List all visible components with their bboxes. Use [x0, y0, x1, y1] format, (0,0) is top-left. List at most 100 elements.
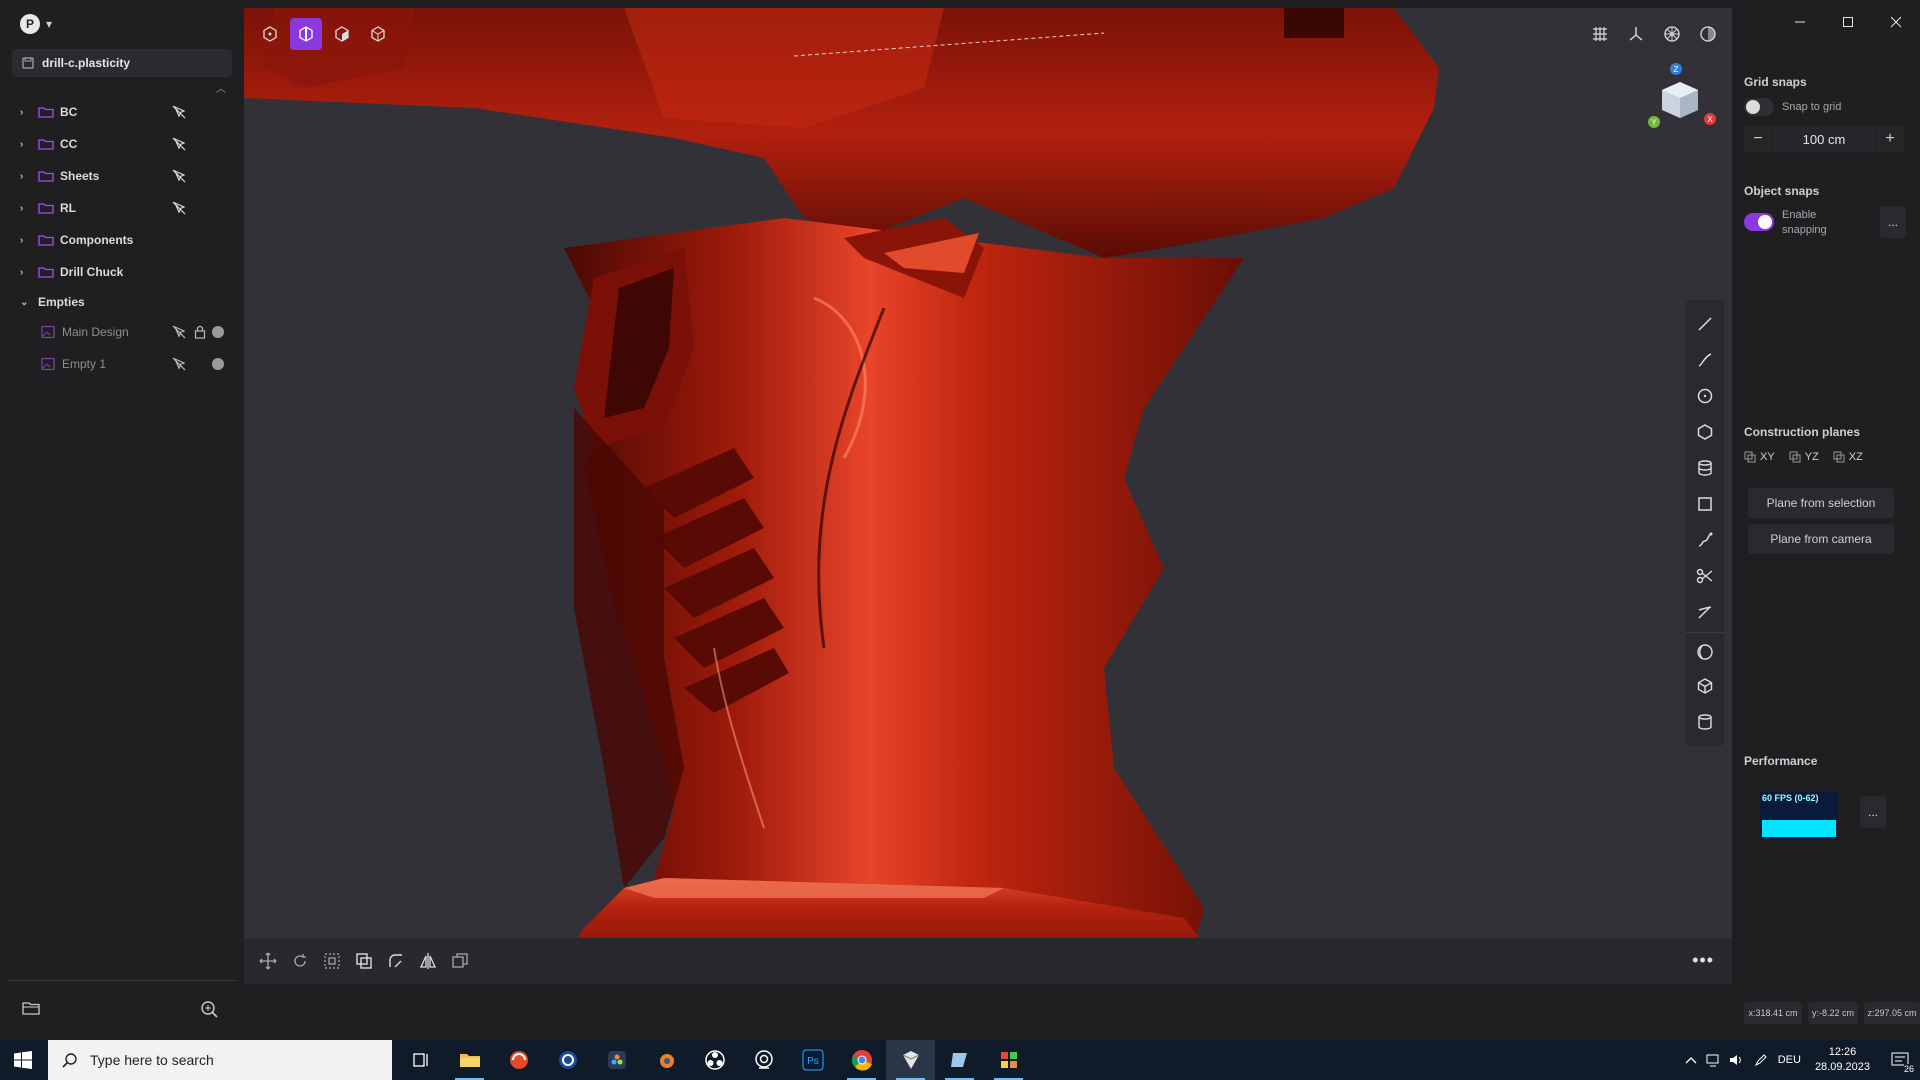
axes-toggle-button[interactable] — [1620, 18, 1652, 50]
close-button[interactable] — [1872, 0, 1920, 44]
cut-tool-button[interactable] — [1686, 558, 1724, 594]
plane-from-camera-button[interactable]: Plane from camera — [1748, 524, 1894, 554]
network-icon[interactable] — [1706, 1053, 1722, 1067]
scale-button[interactable] — [320, 949, 344, 973]
grid-size-stepper[interactable]: − 100 cm + — [1744, 126, 1904, 152]
plane-yz-button[interactable]: YZ — [1789, 451, 1819, 463]
volume-icon[interactable] — [1728, 1053, 1744, 1067]
face-mode-button[interactable] — [326, 18, 358, 50]
app-button-2[interactable] — [935, 1040, 984, 1080]
plane-xy-button[interactable]: XY — [1744, 451, 1775, 463]
cylinder-tool-button[interactable] — [1686, 450, 1724, 486]
outliner-group[interactable]: › CC — [0, 128, 242, 160]
chevron-right-icon[interactable]: › — [20, 139, 38, 150]
object-snaps-more-button[interactable]: ... — [1880, 206, 1906, 238]
maximize-button[interactable] — [1824, 0, 1872, 44]
hide-selection-icon[interactable] — [172, 325, 186, 339]
davinci-button[interactable] — [592, 1040, 641, 1080]
performance-more-button[interactable]: ... — [1860, 796, 1886, 828]
obs-button[interactable] — [690, 1040, 739, 1080]
more-options-button[interactable]: ••• — [1692, 950, 1714, 971]
outliner-group[interactable]: › Components — [0, 224, 242, 256]
recorder-button[interactable] — [739, 1040, 788, 1080]
chevron-up-icon[interactable] — [1684, 1054, 1698, 1066]
outliner-group[interactable]: › Drill Chuck — [0, 256, 242, 288]
chevron-down-icon[interactable]: ▾ — [46, 17, 52, 31]
task-view-button[interactable] — [396, 1040, 445, 1080]
vertex-mode-button[interactable] — [254, 18, 286, 50]
trim-tool-button[interactable] — [1686, 594, 1724, 630]
app-button-3[interactable] — [984, 1040, 1033, 1080]
view-cube-gizmo[interactable]: Z Y X — [1642, 60, 1722, 145]
plane-xz-button[interactable]: XZ — [1833, 451, 1863, 463]
line-tool-button[interactable] — [1686, 306, 1724, 342]
hide-selection-icon[interactable] — [172, 105, 186, 119]
file-explorer-button[interactable] — [445, 1040, 494, 1080]
decrement-button[interactable]: − — [1744, 126, 1772, 152]
chrome-button[interactable] — [837, 1040, 886, 1080]
rotate-button[interactable] — [288, 949, 312, 973]
chevron-right-icon[interactable]: › — [20, 235, 38, 246]
file-name-field[interactable]: drill-c.plasticity — [12, 49, 232, 77]
outliner-group[interactable]: › RL — [0, 192, 242, 224]
language-indicator[interactable]: DEU — [1778, 1054, 1801, 1066]
mirror-button[interactable] — [416, 949, 440, 973]
chevron-right-icon[interactable]: › — [20, 267, 38, 278]
polygon-tool-button[interactable] — [1686, 414, 1724, 450]
outliner-group[interactable]: › Sheets — [0, 160, 242, 192]
plane-from-selection-button[interactable]: Plane from selection — [1748, 488, 1894, 518]
minimize-button[interactable] — [1776, 0, 1824, 44]
move-button[interactable] — [256, 949, 280, 973]
curve-tool-button[interactable] — [1686, 342, 1724, 378]
render-mode-button[interactable] — [1692, 18, 1724, 50]
taskbar-search[interactable]: Type here to search — [48, 1040, 392, 1080]
box-tool-button[interactable] — [1686, 668, 1724, 704]
pen-icon[interactable] — [1754, 1053, 1770, 1067]
avatar[interactable]: P — [20, 14, 40, 34]
chevron-up-icon[interactable]: ︿ — [216, 80, 226, 95]
grid-toggle-button[interactable] — [1584, 18, 1616, 50]
zoom-search-icon[interactable] — [200, 1000, 218, 1018]
chevron-right-icon[interactable]: › — [20, 203, 38, 214]
visibility-dot-icon[interactable] — [212, 326, 224, 338]
start-button[interactable] — [0, 1040, 46, 1080]
3d-viewport[interactable]: Z Y X ••• — [244, 8, 1732, 984]
outliner-empties-header[interactable]: ⌄ Empties — [0, 288, 242, 316]
circle-tool-button[interactable] — [1686, 378, 1724, 414]
cylinder-solid-tool-button[interactable] — [1686, 704, 1724, 740]
account-menu[interactable]: P ▾ — [20, 14, 52, 34]
fillet-button[interactable] — [384, 949, 408, 973]
snap-to-grid-toggle[interactable] — [1744, 98, 1774, 116]
hide-selection-icon[interactable] — [172, 201, 186, 215]
app-button[interactable] — [494, 1040, 543, 1080]
chevron-down-icon[interactable]: ⌄ — [20, 297, 38, 308]
offset-button[interactable] — [352, 949, 376, 973]
plasticity-button[interactable] — [886, 1040, 935, 1080]
grid-size-value[interactable]: 100 cm — [1772, 126, 1876, 152]
drill-model-render[interactable] — [244, 8, 1732, 984]
hide-selection-icon[interactable] — [172, 169, 186, 183]
hide-selection-icon[interactable] — [172, 357, 186, 371]
outliner-empty-item[interactable]: Empty 1 — [0, 348, 242, 380]
duplicate-button[interactable] — [448, 949, 472, 973]
chevron-right-icon[interactable]: › — [20, 171, 38, 182]
clock[interactable]: 12:26 28.09.2023 — [1815, 1045, 1870, 1075]
blender-button[interactable] — [641, 1040, 690, 1080]
outliner-empty-item[interactable]: Main Design — [0, 316, 242, 348]
enable-snapping-toggle[interactable] — [1744, 213, 1774, 231]
cinema4d-button[interactable] — [543, 1040, 592, 1080]
notifications-button[interactable]: 26 — [1880, 1040, 1920, 1080]
outliner-group[interactable]: › BC — [0, 96, 242, 128]
solid-mode-button[interactable] — [362, 18, 394, 50]
increment-button[interactable]: + — [1876, 126, 1904, 152]
hide-selection-icon[interactable] — [172, 137, 186, 151]
photoshop-button[interactable]: Ps — [788, 1040, 837, 1080]
rectangle-tool-button[interactable] — [1686, 486, 1724, 522]
xray-toggle-button[interactable] — [1656, 18, 1688, 50]
edge-mode-button[interactable] — [290, 18, 322, 50]
sphere-tool-button[interactable] — [1686, 632, 1724, 668]
chevron-right-icon[interactable]: › — [20, 107, 38, 118]
lock-icon[interactable] — [194, 325, 206, 339]
folder-open-icon[interactable] — [22, 1000, 40, 1016]
spline-tool-button[interactable] — [1686, 522, 1724, 558]
